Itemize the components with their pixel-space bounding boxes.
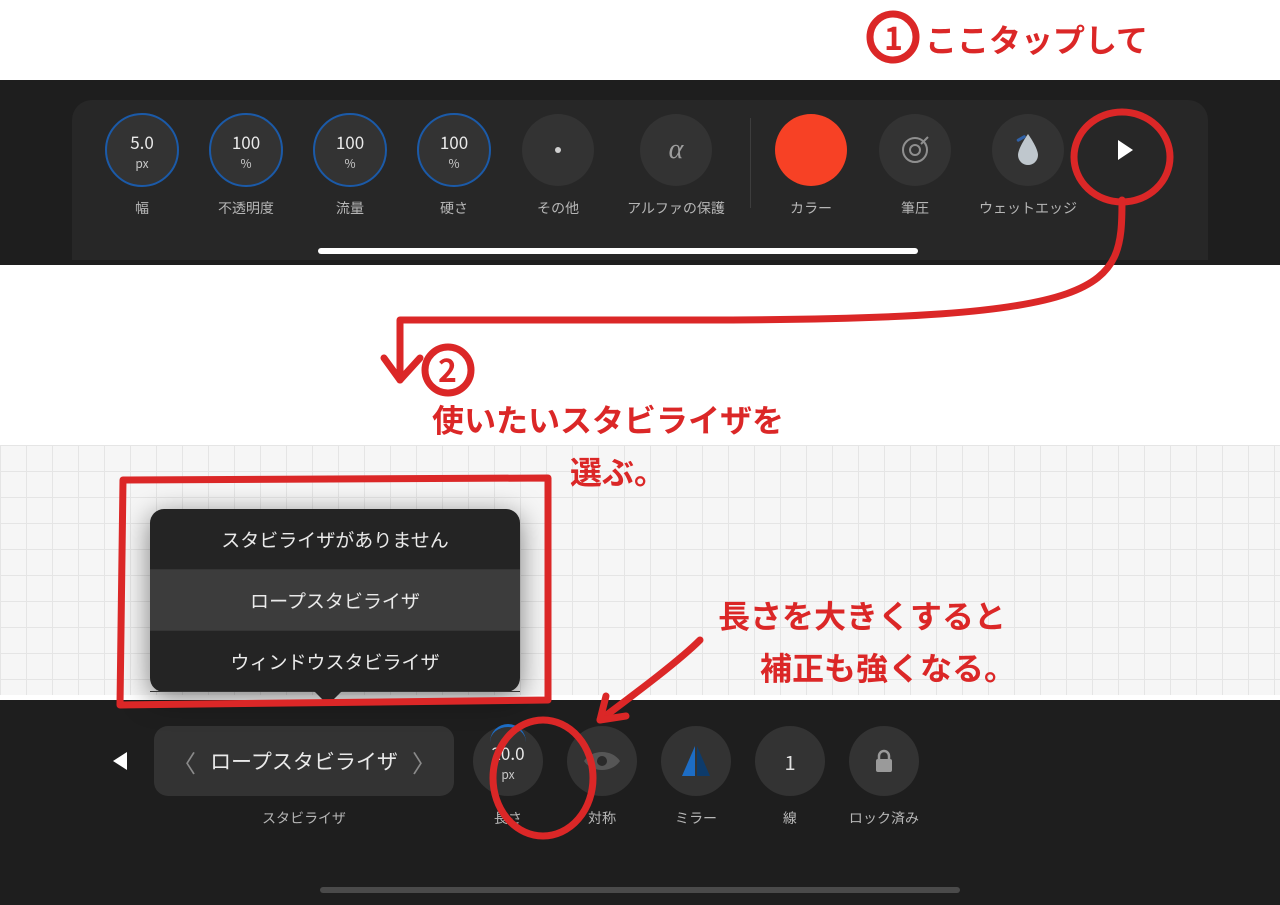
top-toolbar-band: 5.0 px 幅 100 % 不透明度 100 % 流量 bbox=[0, 80, 1280, 265]
brush-opacity-value: 100 bbox=[232, 129, 260, 154]
eye-icon bbox=[582, 749, 622, 773]
lock-dial[interactable] bbox=[849, 726, 919, 796]
brush-width-unit: px bbox=[135, 155, 148, 172]
dot-icon bbox=[555, 147, 561, 153]
lines-label: 線 bbox=[750, 808, 830, 828]
bottom-scroll-indicator bbox=[320, 887, 960, 893]
popup-tail-icon bbox=[314, 691, 342, 705]
lines-value: 1 bbox=[784, 747, 795, 776]
chevron-right-icon: 〉 bbox=[412, 744, 436, 779]
color-label: カラー bbox=[790, 198, 832, 218]
toolbar-collapse-button[interactable] bbox=[100, 726, 140, 796]
brush-opacity-unit: % bbox=[240, 155, 251, 172]
play-left-icon bbox=[110, 750, 130, 772]
stabilizer-option-window[interactable]: ウィンドウスタビライザ bbox=[150, 631, 520, 692]
brush-width-dial[interactable]: 5.0 px bbox=[106, 114, 178, 186]
anno-step2-line1: 使いたいスタビライザを bbox=[432, 396, 784, 442]
mirror-icon bbox=[680, 744, 712, 778]
symmetry-dial[interactable] bbox=[567, 726, 637, 796]
brush-flow-value: 100 bbox=[336, 129, 364, 154]
length-dial[interactable]: 20.0 px bbox=[473, 726, 543, 796]
brush-more-dial[interactable] bbox=[522, 114, 594, 186]
brush-flow-unit: % bbox=[344, 155, 355, 172]
toolbar-separator bbox=[750, 118, 751, 208]
length-value: 20.0 bbox=[491, 740, 524, 765]
lock-icon bbox=[873, 748, 895, 774]
alpha-lock-label: アルファの保護 bbox=[627, 198, 725, 218]
wet-edge-icon bbox=[1013, 132, 1043, 168]
brush-more-label: その他 bbox=[537, 198, 579, 218]
play-right-icon bbox=[1114, 138, 1136, 162]
stabilizer-option-rope[interactable]: ロープスタビライザ bbox=[150, 570, 520, 631]
lines-dial[interactable]: 1 bbox=[755, 726, 825, 796]
target-icon bbox=[898, 133, 932, 167]
brush-hardness-dial[interactable]: 100 % bbox=[418, 114, 490, 186]
symmetry-label: 対称 bbox=[562, 808, 642, 828]
length-label: 長さ bbox=[468, 808, 548, 828]
stabilizer-popup: スタビライザがありません ロープスタビライザ ウィンドウスタビライザ bbox=[150, 509, 520, 692]
pressure-label: 筆圧 bbox=[901, 198, 929, 218]
stabilizer-option-label: ウィンドウスタビライザ bbox=[230, 648, 439, 675]
wet-edge-label: ウェットエッジ bbox=[979, 198, 1077, 218]
top-scroll-indicator bbox=[318, 248, 918, 254]
bottom-toolbar-band: 〈 ロープスタビライザ 〉 スタビライザ 20.0 px 長さ 対称 bbox=[0, 700, 1280, 905]
brush-flow-label: 流量 bbox=[336, 198, 364, 218]
stabilizer-option-label: スタビライザがありません bbox=[221, 526, 448, 553]
brush-hardness-unit: % bbox=[448, 155, 459, 172]
toolbar-expand-button[interactable] bbox=[1089, 114, 1161, 186]
stabilizer-option-label: ロープスタビライザ bbox=[250, 587, 420, 614]
brush-flow-dial[interactable]: 100 % bbox=[314, 114, 386, 186]
brush-properties-toolbar: 5.0 px 幅 100 % 不透明度 100 % 流量 bbox=[72, 100, 1208, 260]
chevron-left-icon: 〈 bbox=[172, 744, 196, 779]
brush-hardness-label: 硬さ bbox=[440, 198, 468, 218]
stabilizer-current-value: ロープスタビライザ bbox=[210, 746, 398, 776]
brush-width-value: 5.0 bbox=[130, 129, 154, 154]
alpha-icon: α bbox=[669, 134, 684, 166]
pressure-dial[interactable] bbox=[879, 114, 951, 186]
brush-opacity-dial[interactable]: 100 % bbox=[210, 114, 282, 186]
brush-opacity-label: 不透明度 bbox=[218, 198, 274, 218]
anno-step1-text: ここタップして bbox=[925, 16, 1148, 62]
stabilizer-option-none[interactable]: スタビライザがありません bbox=[150, 509, 520, 570]
mirror-dial[interactable] bbox=[661, 726, 731, 796]
stabilizer-label: スタビライザ bbox=[154, 808, 454, 828]
lock-label: ロック済み bbox=[844, 808, 924, 828]
color-swatch-dial[interactable] bbox=[775, 114, 847, 186]
stabilizer-selector[interactable]: 〈 ロープスタビライザ 〉 bbox=[154, 726, 454, 796]
brush-hardness-value: 100 bbox=[440, 129, 468, 154]
alpha-lock-dial[interactable]: α bbox=[640, 114, 712, 186]
brush-width-label: 幅 bbox=[135, 198, 149, 218]
anno-step2-number: 2 bbox=[438, 346, 457, 392]
length-unit: px bbox=[501, 766, 514, 783]
mirror-label: ミラー bbox=[656, 808, 736, 828]
wet-edge-dial[interactable] bbox=[992, 114, 1064, 186]
anno-step1-number: 1 bbox=[884, 14, 903, 60]
